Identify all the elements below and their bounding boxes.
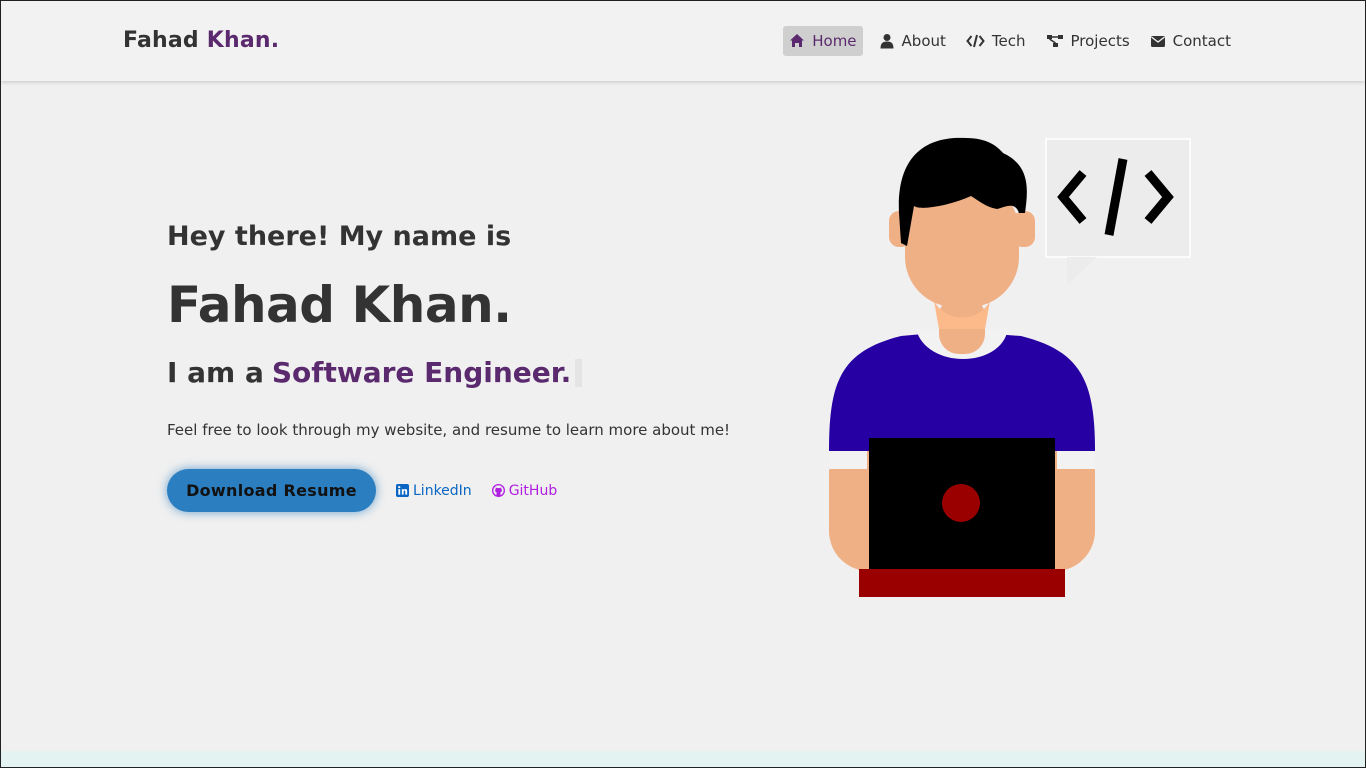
nav-label-contact: Contact bbox=[1172, 32, 1231, 50]
code-icon bbox=[966, 34, 985, 48]
home-icon bbox=[790, 34, 805, 47]
linkedin-label: LinkedIn bbox=[413, 482, 472, 499]
brand-last-name: Khan. bbox=[206, 28, 280, 53]
linkedin-link[interactable]: LinkedIn bbox=[396, 483, 472, 499]
typing-cursor bbox=[575, 358, 583, 387]
hero-section: Hey there! My name is Fahad Khan. I am a… bbox=[167, 221, 767, 512]
nav-item-home[interactable]: Home bbox=[783, 26, 863, 56]
hero-name: Fahad Khan. bbox=[167, 276, 512, 334]
github-icon bbox=[491, 484, 505, 497]
bottom-strip bbox=[1, 751, 1365, 767]
download-resume-button[interactable]: Download Resume bbox=[167, 469, 376, 512]
hero-description: Feel free to look through my website, an… bbox=[167, 421, 731, 439]
project-diagram-icon bbox=[1046, 35, 1063, 47]
main-nav: Home About Tech Projects Contact bbox=[783, 26, 1235, 56]
navbar: Fahad Khan. Home About Tech Projects Con… bbox=[1, 1, 1365, 81]
github-label: GitHub bbox=[508, 482, 558, 499]
linkedin-icon bbox=[396, 484, 409, 497]
code-speech-bubble bbox=[1045, 138, 1191, 285]
nav-item-projects[interactable]: Projects bbox=[1042, 26, 1134, 56]
envelope-icon bbox=[1150, 36, 1165, 47]
nav-label-tech: Tech bbox=[991, 32, 1026, 50]
hero-role: I am a Software Engineer. bbox=[167, 356, 767, 389]
nav-item-tech[interactable]: Tech bbox=[962, 26, 1030, 56]
nav-item-about[interactable]: About bbox=[875, 26, 950, 56]
developer-illustration bbox=[829, 137, 1191, 597]
nav-label-projects: Projects bbox=[1070, 32, 1130, 50]
hero-actions: Download Resume LinkedIn GitHub bbox=[167, 469, 767, 512]
nav-label-home: Home bbox=[812, 32, 857, 50]
user-icon bbox=[880, 34, 894, 49]
brand-first-name: Fahad bbox=[123, 28, 199, 53]
github-link[interactable]: GitHub bbox=[491, 482, 558, 499]
brand-logo[interactable]: Fahad Khan. bbox=[123, 28, 279, 53]
role-title: Software Engineer. bbox=[271, 356, 572, 389]
role-prefix: I am a bbox=[167, 356, 264, 389]
nav-item-contact[interactable]: Contact bbox=[1146, 26, 1235, 56]
nav-label-about: About bbox=[901, 32, 946, 50]
hero-greeting: Hey there! My name is bbox=[167, 221, 512, 252]
